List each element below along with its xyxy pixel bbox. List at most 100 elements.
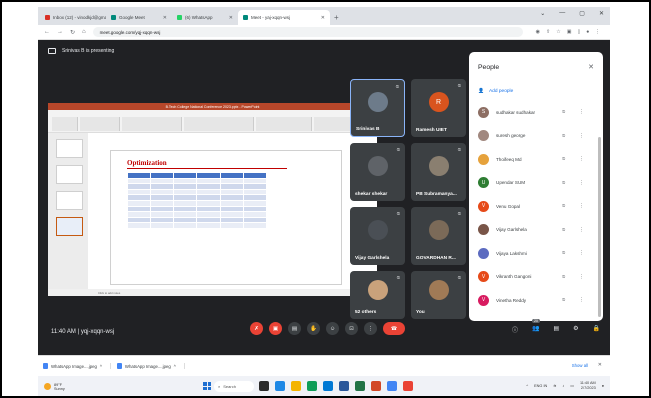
participant-tile[interactable]: ⦸ 52 others (350, 271, 405, 319)
participant-tile[interactable]: ⦸ Vijay Garlshela (350, 207, 405, 265)
browser-tab[interactable]: Meet - yaj-xqqn-wsj ✕ (238, 10, 330, 25)
chat-app-icon[interactable] (275, 381, 285, 391)
more-options-button[interactable]: ⋮ (364, 322, 377, 335)
download-item[interactable]: WhatsApp Image....jpeg ^ (116, 363, 185, 369)
participant-tile[interactable]: ⦸ shekar shekar (350, 143, 405, 201)
windows-start-icon[interactable] (203, 382, 211, 390)
mic-muted-icon[interactable]: ⦸ (562, 250, 565, 256)
participant-tile[interactable]: ⦸ You (411, 271, 466, 319)
close-icon[interactable]: ✕ (598, 362, 602, 368)
close-tab-icon[interactable]: ✕ (229, 15, 233, 21)
list-item[interactable]: V Vikranth Gangoni ⦸ ⋮ (478, 269, 600, 285)
camera-icon[interactable]: ◉ (536, 29, 540, 35)
list-item[interactable]: Ssudhakar sudhakar ⦸ ⋮ (478, 104, 600, 120)
mic-muted-icon[interactable]: ⦸ (562, 133, 565, 139)
reload-icon[interactable]: ↻ (70, 29, 75, 36)
list-item[interactable]: Thoifeeq Md ⦸ ⋮ (478, 151, 600, 167)
chevron-up-icon[interactable]: ^ (174, 364, 176, 369)
participant-tile[interactable]: ⦸ PB Subramanya... (411, 143, 466, 201)
word-icon[interactable] (339, 381, 349, 391)
slide-thumbnail-selected[interactable] (56, 217, 83, 236)
taskbar-search[interactable]: ⌕ Search (214, 381, 254, 392)
people-icon[interactable]: 👥 (532, 325, 539, 334)
weather-widget[interactable]: 89°F Sunny (44, 383, 65, 391)
slide-thumbnail[interactable] (56, 139, 83, 158)
chevron-up-icon[interactable]: ^ (100, 364, 102, 369)
list-item[interactable]: suresh george ⦸ ⋮ (478, 128, 600, 144)
mic-muted-icon[interactable]: ⦸ (562, 297, 565, 303)
new-tab-icon[interactable]: + (334, 13, 339, 22)
home-icon[interactable]: ⌂ (82, 29, 86, 35)
profile-icon[interactable]: ● (586, 29, 589, 35)
app-icon[interactable] (403, 381, 413, 391)
more-vert-icon[interactable]: ⋮ (579, 274, 584, 280)
puzzle-icon[interactable]: ▣ (567, 29, 572, 35)
task-view-icon[interactable] (259, 381, 269, 391)
present-button[interactable]: ⊡ (345, 322, 358, 335)
back-icon[interactable]: ← (44, 29, 50, 35)
mic-muted-icon[interactable]: ⦸ (562, 203, 565, 209)
excel-icon[interactable] (355, 381, 365, 391)
more-vert-icon[interactable]: ⋮ (579, 250, 584, 256)
mic-muted-icon[interactable]: ⦸ (562, 227, 565, 233)
more-vert-icon[interactable]: ⋮ (579, 109, 584, 115)
browser-tab[interactable]: (6) WhatsApp ✕ (172, 10, 238, 25)
browser-tab[interactable]: Google Meet ✕ (106, 10, 172, 25)
download-item[interactable]: WhatsApp Image....jpeg ^ (43, 363, 111, 369)
list-item[interactable]: U Upendar SUM ⦸ ⋮ (478, 175, 600, 191)
close-icon[interactable]: ✕ (599, 10, 604, 17)
language-indicator[interactable]: ENG IN (534, 384, 547, 388)
participant-tile[interactable]: ⦸ GOVARDHAN R... (411, 207, 466, 265)
wifi-icon[interactable]: ≋ (553, 383, 556, 388)
notification-icon[interactable]: ● (602, 384, 604, 388)
url-field[interactable]: meet.google.com/yqj-xqqn-wsj (92, 27, 523, 37)
slide-thumbnail[interactable] (56, 165, 83, 184)
chevron-down-icon[interactable]: ⌄ (540, 10, 545, 17)
chrome-icon[interactable] (387, 381, 397, 391)
maximize-icon[interactable]: ▢ (579, 10, 585, 17)
close-tab-icon[interactable]: ✕ (321, 15, 325, 21)
lock-icon[interactable]: 🔒 (593, 325, 600, 334)
list-item[interactable]: Vijay Garlshela ⦸ ⋮ (478, 222, 600, 238)
reactions-button[interactable]: ☺ (326, 322, 339, 335)
mic-muted-icon[interactable]: ⦸ (562, 180, 565, 186)
slide-thumbnail[interactable] (56, 191, 83, 210)
close-tab-icon[interactable]: ✕ (163, 15, 167, 21)
file-explorer-icon[interactable] (291, 381, 301, 391)
more-vert-icon[interactable]: ⋮ (579, 133, 584, 139)
shared-screen[interactable]: B.Tech College National Conference 2023.… (48, 103, 377, 296)
close-icon[interactable]: ✕ (588, 63, 594, 71)
captions-button[interactable]: ▤ (288, 322, 301, 335)
activities-icon[interactable]: ⚙ (573, 325, 578, 334)
list-item[interactable]: Vijaya Lakshmi ⦸ ⋮ (478, 245, 600, 261)
more-vert-icon[interactable]: ⋮ (579, 156, 584, 162)
more-vert-icon[interactable]: ⋮ (579, 203, 584, 209)
powerpoint-icon[interactable] (371, 381, 381, 391)
show-all-link[interactable]: Show all (572, 363, 588, 368)
star-icon[interactable]: ☆ (556, 29, 560, 35)
participant-tile[interactable]: ⦸ Srinivas B (350, 79, 405, 137)
leave-call-button[interactable]: ☎ (383, 322, 405, 335)
participant-tile[interactable]: R ⦸ Ramesh UIET (411, 79, 466, 137)
mic-muted-icon[interactable]: ⦸ (562, 156, 565, 162)
list-item[interactable]: V Venu Gopal ⦸ ⋮ (478, 198, 600, 214)
info-icon[interactable]: ⓘ (512, 325, 518, 334)
tray-chevron-icon[interactable]: ^ (526, 384, 528, 388)
mic-muted-icon[interactable]: ⦸ (562, 274, 565, 280)
taskbar-clock[interactable]: 11:40 AM 2/7/2023 (580, 381, 596, 390)
people-scrollbar[interactable] (598, 137, 601, 317)
more-vert-icon[interactable]: ⋮ (579, 180, 584, 186)
edge-icon[interactable] (307, 381, 317, 391)
more-vert-icon[interactable]: ⋮ (579, 227, 584, 233)
sidebar-icon[interactable]: ▯ (577, 29, 580, 35)
list-item[interactable]: V Vinetha Reddy ⦸ ⋮ (478, 292, 600, 308)
add-people-button[interactable]: 👤 Add people (478, 89, 513, 94)
browser-tab[interactable]: Inbox (12) - vinodkjd@gmail.co✕ (40, 10, 106, 25)
mic-off-button[interactable]: ✗ (250, 322, 263, 335)
camera-off-button[interactable]: ▣ (269, 322, 282, 335)
chat-icon[interactable]: ▤ (554, 325, 560, 334)
mic-muted-icon[interactable]: ⦸ (562, 109, 565, 115)
raise-hand-button[interactable]: ✋ (307, 322, 320, 335)
minimize-icon[interactable]: — (559, 10, 565, 17)
share-icon[interactable]: ⇪ (546, 29, 550, 35)
